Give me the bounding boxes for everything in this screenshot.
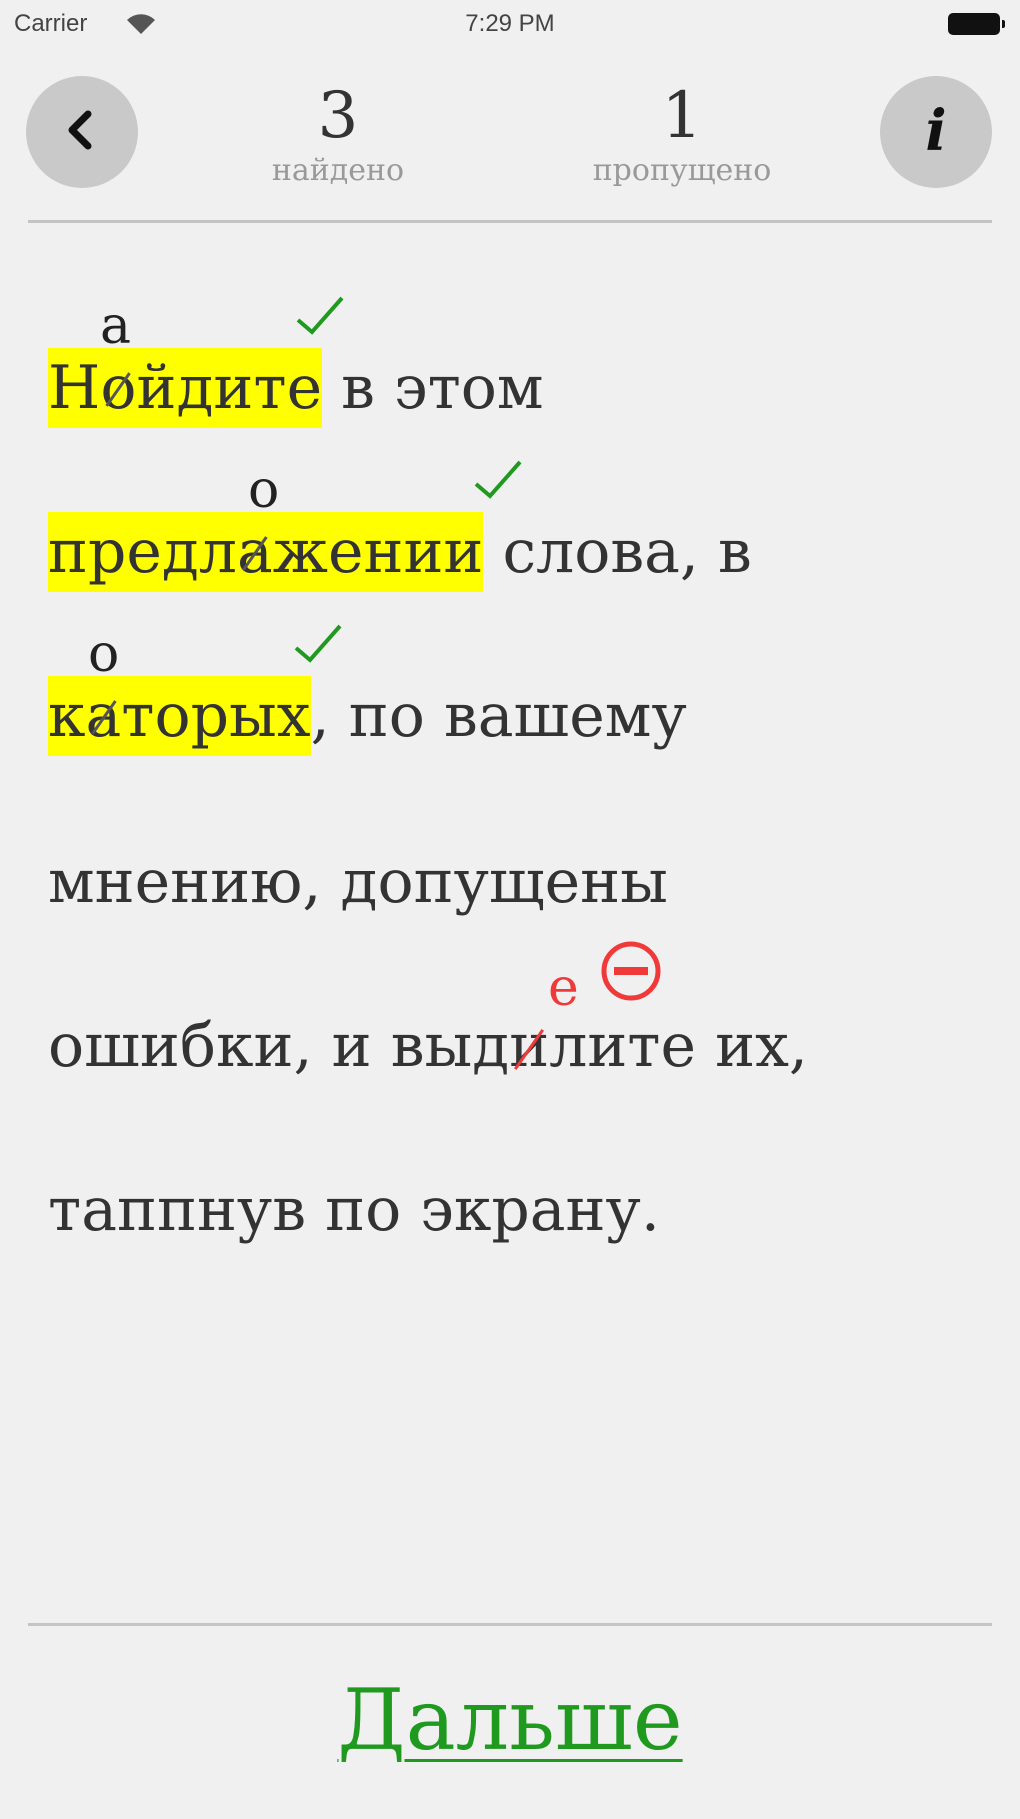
battery-icon xyxy=(948,13,1005,35)
status-bar: Carrier 7:29 PM xyxy=(0,0,1020,50)
text-line-5: ошибки, и выдилите их, xyxy=(48,1006,808,1086)
text-line-6[interactable]: таппнув по экрану. xyxy=(48,1170,660,1250)
plain-text[interactable]: , по вашему xyxy=(311,681,687,751)
text-line-2: предлажении слова, в xyxy=(48,512,752,592)
error-letter: о xyxy=(100,348,136,428)
next-button[interactable]: Дальше xyxy=(0,1670,1020,1770)
header-divider xyxy=(28,220,992,223)
check-icon xyxy=(294,624,342,663)
clock: 7:29 PM xyxy=(465,10,555,37)
missed-icon xyxy=(601,941,661,1001)
info-button[interactable]: i xyxy=(880,76,992,188)
plain-text[interactable]: ошибки, и выд xyxy=(48,1011,509,1081)
back-button[interactable] xyxy=(26,76,138,188)
correction-letter: о xyxy=(248,460,280,520)
text-line-3: каторых, по вашему xyxy=(48,676,687,756)
found-label: найдено xyxy=(271,153,405,188)
plain-text[interactable]: лите их, xyxy=(549,1011,808,1081)
correction-letter: о xyxy=(88,624,120,684)
footer-divider xyxy=(28,1623,992,1626)
plain-text[interactable]: мнению, допущены xyxy=(48,847,668,917)
info-icon: i xyxy=(925,98,947,164)
found-count: 3 xyxy=(317,79,359,153)
missed-correction-letter: е xyxy=(548,958,579,1018)
missed-count: 1 xyxy=(661,79,703,153)
text-line-1: Нойдите в этом xyxy=(48,348,544,428)
missed-label: пропущено xyxy=(592,153,772,188)
text-line-4[interactable]: мнению, допущены xyxy=(48,842,668,922)
plain-text[interactable]: таппнув по экрану. xyxy=(48,1175,660,1245)
error-letter: а xyxy=(237,512,273,592)
missed-stat: 1 пропущено xyxy=(552,80,812,188)
correction-letter: а xyxy=(100,296,132,356)
plain-text[interactable]: в этом xyxy=(322,353,543,423)
check-icon xyxy=(296,296,344,335)
check-icon xyxy=(474,460,522,499)
chevron-left-icon xyxy=(68,110,92,150)
found-stat: 3 найдено xyxy=(208,80,468,188)
plain-text[interactable]: слова, в xyxy=(483,517,752,587)
error-letter: а xyxy=(86,676,122,756)
missed-error-letter[interactable]: и xyxy=(509,1006,549,1086)
found-word-1[interactable]: Нойдите xyxy=(48,348,323,428)
found-word-2[interactable]: предлажении xyxy=(48,512,484,592)
found-word-3[interactable]: каторых xyxy=(48,676,311,756)
